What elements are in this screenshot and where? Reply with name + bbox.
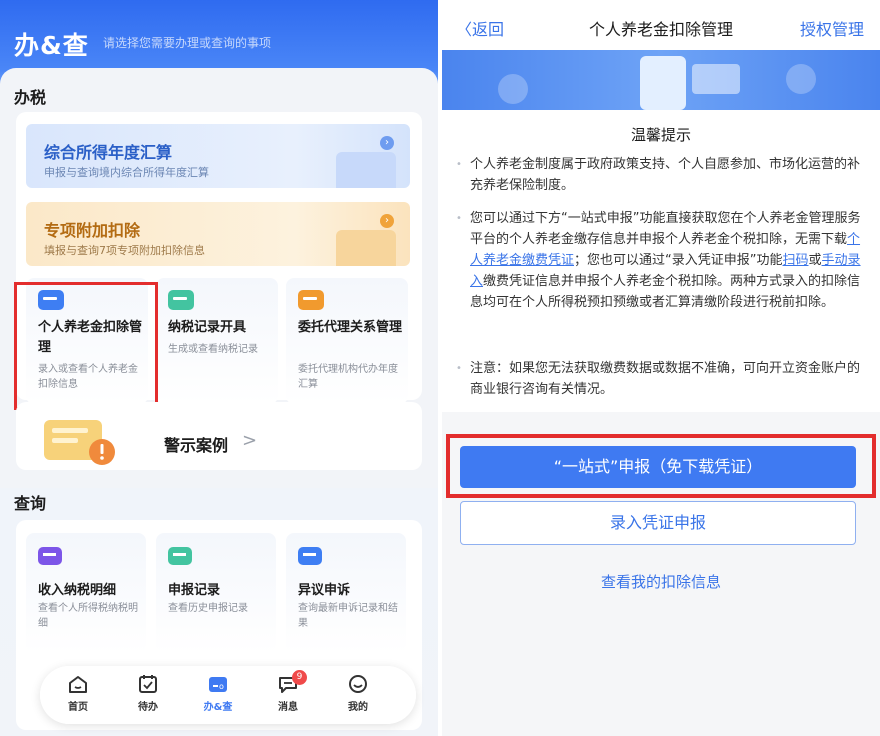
tips-p2-text-c: 或	[808, 253, 822, 268]
tips-paragraph-3: 注意：如果您无法获取缴费数据或数据不准确，可向开立资金账户的商业银行咨询有关情况…	[456, 358, 862, 400]
phone-illustration-icon	[640, 56, 686, 110]
scan-code-link[interactable]: 扫码	[783, 253, 809, 268]
top-nav: 个人养老金扣除管理 〈返回 授权管理	[442, 0, 880, 50]
tab-todo-label: 待办	[138, 702, 158, 713]
record-card-icon	[168, 547, 192, 565]
agent-hand-icon	[298, 290, 324, 310]
special-deduction-desc: 填报与查询7项专项附加扣除信息	[44, 244, 205, 257]
brand-title: 办&查	[14, 31, 89, 60]
query-section-title: 查询	[14, 494, 47, 513]
calendar-check-icon	[139, 675, 157, 693]
tile-income-detail[interactable]: 收入纳税明细 查看个人所得税纳税明细	[26, 533, 146, 653]
tab-todo[interactable]: 待办	[118, 674, 178, 718]
tile-agent-relation[interactable]: 委托代理关系管理 委托代理机构代办年度汇算	[286, 278, 408, 404]
annual-settlement-title: 综合所得年度汇算	[44, 143, 173, 162]
tab-mine-label: 我的	[348, 702, 368, 713]
tab-messages-label: 消息	[278, 702, 298, 713]
tab-mine[interactable]: 我的	[328, 674, 388, 718]
special-deduction-card[interactable]: 专项附加扣除 填报与查询7项专项附加扣除信息 ›	[26, 202, 410, 266]
pension-banner	[442, 50, 880, 110]
tile-agent-title: 委托代理关系管理	[298, 320, 403, 335]
card-illustration-icon	[692, 64, 740, 94]
tile-tax-record-desc: 生成或查看纳税记录	[168, 344, 258, 355]
arrow-right-icon: ›	[380, 136, 394, 150]
tab-home-label: 首页	[68, 702, 88, 713]
tile-declaration-record[interactable]: 申报记录 查看历史申报记录	[156, 533, 276, 653]
tile-declaration-title: 申报记录	[168, 583, 221, 598]
tips-title: 温馨提示	[630, 126, 691, 144]
chevron-right-icon: >	[242, 430, 258, 451]
record-card-icon	[168, 290, 194, 310]
tips-panel: 温馨提示 个人养老金制度属于政府政策支持、个人自愿参加、市场化运营的补充养老保险…	[442, 110, 880, 412]
appeal-card-icon	[298, 547, 322, 565]
tile-appeal-title: 异议申诉	[298, 583, 351, 598]
calculator-icon	[336, 152, 396, 188]
tips-p2-text-b: ；您也可以通过“录入凭证申报”功能	[574, 253, 783, 268]
document-icon	[336, 230, 396, 266]
tile-agent-desc: 委托代理机构代办年度汇算	[298, 364, 398, 390]
message-badge: 9	[292, 670, 307, 685]
annual-settlement-desc: 申报与查询境内综合所得年度汇算	[44, 166, 209, 179]
tax-section-title: 办税	[14, 88, 47, 107]
right-screen: 个人养老金扣除管理 〈返回 授权管理 温馨提示 个人养老金制度属于政府政策支持、…	[442, 0, 880, 736]
tips-p2-text-d: 缴费凭证信息并申报个人养老金个税扣除。两种方式录入的扣除信息均可在个人所得税预扣…	[470, 274, 861, 310]
tips-p2-text-a: 您可以通过下方“一站式申报”功能直接获取您在个人养老金管理服务平台的个人养老金缴…	[470, 211, 861, 247]
tips-paragraph-1: 个人养老金制度属于政府政策支持、个人自愿参加、市场化运营的补充养老保险制度。	[456, 154, 862, 196]
svg-text:o: o	[219, 682, 224, 691]
annual-settlement-card[interactable]: 综合所得年度汇算 申报与查询境内综合所得年度汇算 ›	[26, 124, 410, 188]
tab-handle-query-label: 办&查	[203, 702, 233, 713]
back-button[interactable]: 〈返回	[456, 16, 504, 40]
smile-icon	[349, 675, 367, 693]
tile-tax-record-title: 纳税记录开具	[168, 320, 247, 335]
highlight-box-one-stop	[446, 434, 876, 498]
home-icon	[69, 676, 87, 693]
voucher-declare-button[interactable]: 录入凭证申报	[460, 501, 856, 545]
tile-income-desc: 查看个人所得税纳税明细	[38, 603, 138, 629]
tab-messages[interactable]: 9 消息	[258, 670, 318, 718]
tile-appeal-desc: 查询最新申诉记录和结果	[298, 603, 398, 629]
person-icon	[786, 64, 816, 94]
warning-cases-label: 警示案例	[164, 436, 229, 455]
authorization-management-link[interactable]: 授权管理	[800, 16, 864, 40]
tile-income-title: 收入纳税明细	[38, 583, 117, 598]
highlight-box-pension	[14, 282, 158, 410]
warning-cases-row[interactable]: 警示案例 >	[16, 402, 422, 470]
tab-home[interactable]: 首页	[48, 674, 108, 718]
handle-query-icon: o	[209, 677, 227, 692]
arrow-right-icon: ›	[380, 214, 394, 228]
view-deduction-link[interactable]: 查看我的扣除信息	[442, 571, 880, 592]
tips-paragraph-2: 您可以通过下方“一站式申报”功能直接获取您在个人养老金管理服务平台的个人养老金缴…	[456, 208, 862, 313]
tile-appeal[interactable]: 异议申诉 查询最新申诉记录和结果	[286, 533, 406, 653]
warning-illustration-icon	[44, 420, 115, 465]
tile-declaration-desc: 查看历史申报记录	[168, 603, 248, 614]
tab-handle-query[interactable]: o 办&查	[188, 674, 248, 718]
wallet-icon	[498, 74, 528, 104]
left-screen: 办&查 请选择您需要办理或查询的事项 办税 综合所得年度汇算 申报与查询境内综合…	[0, 0, 438, 736]
brand-subtitle: 请选择您需要办理或查询的事项	[103, 36, 272, 50]
special-deduction-title: 专项附加扣除	[44, 221, 141, 240]
tile-tax-record[interactable]: 纳税记录开具 生成或查看纳税记录	[156, 278, 278, 404]
bottom-tabbar: 首页 待办 o 办&查 9 消息 我的	[40, 666, 416, 724]
wallet-icon	[38, 547, 62, 565]
